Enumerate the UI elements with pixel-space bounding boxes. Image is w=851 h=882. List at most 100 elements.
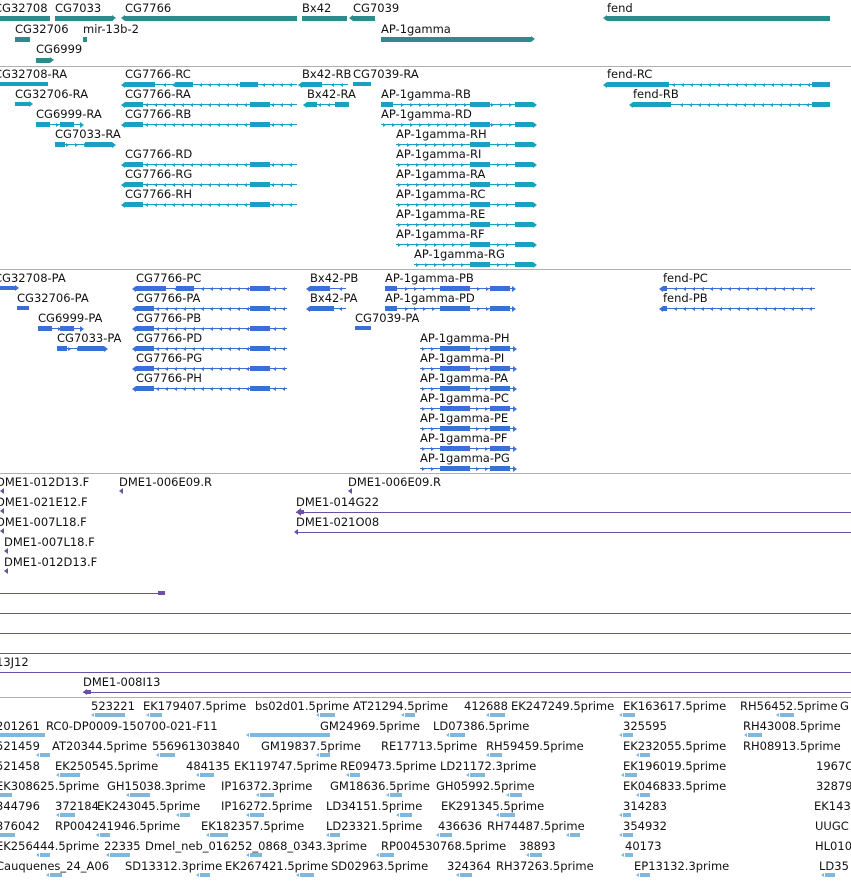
est-block[interactable] bbox=[260, 793, 274, 797]
transcript-label[interactable]: CG7039-RA bbox=[353, 68, 419, 81]
exon-block[interactable] bbox=[663, 286, 667, 291]
protein-label[interactable]: AP-1gamma-PC bbox=[420, 392, 509, 405]
transcript-label[interactable]: CG32708-RA bbox=[0, 68, 67, 81]
exon-block[interactable] bbox=[60, 122, 74, 127]
est-label[interactable]: LD07386.5prime bbox=[433, 720, 529, 733]
est-label[interactable]: 556961303840 bbox=[152, 740, 240, 753]
exon-block[interactable] bbox=[125, 162, 143, 167]
transcript-label[interactable]: AP-1gamma-RH bbox=[396, 128, 487, 141]
exon-block[interactable] bbox=[136, 286, 166, 291]
est-label[interactable]: 523221 bbox=[91, 700, 135, 713]
est-block[interactable] bbox=[300, 873, 314, 877]
gene-label[interactable]: Bx42 bbox=[302, 2, 331, 15]
est-label[interactable]: EK256444.5prime bbox=[0, 840, 99, 853]
exon-block[interactable] bbox=[60, 326, 74, 331]
exon-block[interactable] bbox=[125, 82, 155, 87]
gene-label[interactable]: CG7039 bbox=[353, 2, 399, 15]
gene-bar[interactable] bbox=[83, 37, 87, 42]
est-label[interactable]: 354932 bbox=[623, 820, 667, 833]
bac-label[interactable]: DME1-012D13.F bbox=[4, 556, 97, 569]
exon-block[interactable] bbox=[136, 326, 154, 331]
est-block[interactable] bbox=[625, 853, 633, 857]
est-block[interactable] bbox=[0, 833, 15, 837]
est-label[interactable]: EK046833.5prime bbox=[623, 780, 726, 793]
est-block[interactable] bbox=[320, 753, 330, 757]
exon-block[interactable] bbox=[470, 262, 490, 267]
est-label[interactable]: 1967C bbox=[816, 760, 851, 773]
est-label[interactable]: 324364 bbox=[447, 860, 491, 873]
exon-block[interactable] bbox=[250, 366, 270, 371]
est-block[interactable] bbox=[95, 713, 125, 717]
transcript-label[interactable]: Bx42-RA bbox=[307, 88, 356, 101]
exon-block[interactable] bbox=[515, 182, 533, 187]
est-label[interactable]: EK119747.5prime bbox=[234, 760, 337, 773]
transcript-label[interactable]: AP-1gamma-RB bbox=[381, 88, 471, 101]
exon-block[interactable] bbox=[125, 102, 143, 107]
bac-label[interactable]: DME1-021E12.F bbox=[0, 496, 88, 509]
est-block[interactable] bbox=[40, 753, 50, 757]
est-label[interactable]: GM24969.5prime bbox=[320, 720, 420, 733]
est-label[interactable]: EK196019.5prime bbox=[623, 760, 726, 773]
est-block[interactable] bbox=[640, 873, 650, 877]
est-label[interactable]: 372184 bbox=[55, 800, 99, 813]
est-label[interactable]: EK182357.5prime bbox=[201, 820, 304, 833]
gene-label[interactable]: CG32708 bbox=[0, 2, 48, 15]
exon-block[interactable] bbox=[353, 82, 371, 86]
transcript-label[interactable]: AP-1gamma-RC bbox=[396, 188, 485, 201]
est-label[interactable]: 32879 bbox=[816, 780, 851, 793]
est-block[interactable] bbox=[490, 713, 505, 717]
gene-label[interactable]: fend bbox=[607, 2, 633, 15]
transcript-label[interactable]: AP-1gamma-RG bbox=[414, 248, 505, 261]
est-label[interactable]: Cauquenes_24_A06 bbox=[0, 860, 109, 873]
bac-label[interactable]: DME1-007L18.F bbox=[4, 536, 95, 549]
est-label[interactable]: GH15038.3prime bbox=[107, 780, 206, 793]
est-block[interactable] bbox=[450, 733, 465, 737]
protein-label[interactable]: AP-1gamma-PA bbox=[420, 372, 508, 385]
exon-block[interactable] bbox=[250, 122, 270, 127]
protein-label[interactable]: AP-1gamma-PH bbox=[420, 332, 510, 345]
est-block[interactable] bbox=[570, 833, 580, 837]
gene-bar[interactable] bbox=[302, 16, 347, 21]
est-block[interactable] bbox=[0, 733, 45, 737]
exon-block[interactable] bbox=[663, 306, 667, 311]
exon-block[interactable] bbox=[440, 406, 470, 411]
transcript-label[interactable]: CG7766-RB bbox=[125, 108, 191, 121]
exon-block[interactable] bbox=[38, 326, 52, 331]
genome-browser-view[interactable]: CG32708 CG7033 CG7766 Bx42 CG7039 fend CG32706… bbox=[0, 0, 851, 882]
exon-block[interactable] bbox=[470, 142, 490, 147]
exon-block[interactable] bbox=[470, 202, 490, 207]
bac-label[interactable]: 13J12 bbox=[0, 656, 29, 669]
protein-label[interactable]: CG32706-PA bbox=[17, 292, 89, 305]
est-block[interactable] bbox=[60, 773, 80, 777]
est-block[interactable] bbox=[200, 773, 214, 777]
est-label[interactable]: EK250545.5prime bbox=[55, 760, 158, 773]
exon-block[interactable] bbox=[515, 242, 533, 247]
exon-block[interactable] bbox=[36, 122, 50, 127]
protein-label[interactable]: AP-1gamma-PF bbox=[420, 432, 508, 445]
gene-label[interactable]: CG6999 bbox=[36, 43, 82, 56]
transcript-label[interactable]: AP-1gamma-RI bbox=[396, 148, 481, 161]
gene-label[interactable]: CG7033 bbox=[55, 2, 101, 15]
gene-label[interactable]: CG32706 bbox=[15, 23, 69, 36]
est-label[interactable]: RC0-DP0009-150700-021-F11 bbox=[46, 720, 218, 733]
est-label[interactable]: 412688 bbox=[464, 700, 508, 713]
exon-block[interactable] bbox=[176, 286, 194, 291]
bac-label[interactable]: DME1-021O08 bbox=[296, 516, 379, 529]
est-block[interactable] bbox=[50, 873, 62, 877]
est-block[interactable] bbox=[780, 713, 794, 717]
transcript-label[interactable]: CG6999-RA bbox=[36, 108, 102, 121]
exon-block[interactable] bbox=[470, 182, 490, 187]
bac-label[interactable]: DME1-008I13 bbox=[83, 676, 161, 689]
gene-bar[interactable] bbox=[607, 16, 830, 21]
est-label[interactable]: RE17713.5prime bbox=[381, 740, 477, 753]
est-label[interactable]: 22335 bbox=[104, 840, 141, 853]
exon-block[interactable] bbox=[490, 286, 510, 291]
exon-block[interactable] bbox=[381, 102, 393, 107]
est-label[interactable]: LD34151.5prime bbox=[326, 800, 422, 813]
exon-block[interactable] bbox=[440, 386, 470, 391]
est-block[interactable] bbox=[150, 713, 162, 717]
est-block[interactable] bbox=[623, 733, 633, 737]
exon-block[interactable] bbox=[57, 346, 67, 351]
transcript-label[interactable]: CG7766-RH bbox=[125, 188, 192, 201]
est-label[interactable]: IP16272.5prime bbox=[221, 800, 312, 813]
